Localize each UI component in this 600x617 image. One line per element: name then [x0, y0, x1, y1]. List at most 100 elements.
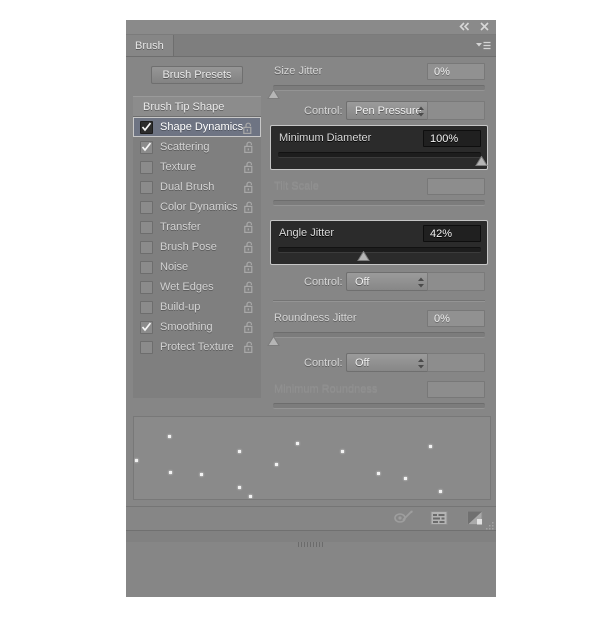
brush-panel: Brush Brush Presets Brush Tip Shape Shap… — [126, 20, 496, 597]
brush-option-checkbox[interactable] — [140, 320, 153, 334]
size-control-dropdown[interactable]: Pen Pressure — [346, 101, 432, 120]
roundness-control-slot — [427, 353, 485, 372]
brush-option-row[interactable]: Noise — [133, 257, 261, 277]
brush-options-list: Shape Dynamics Scattering Texture Dual Brus… — [133, 116, 261, 398]
unlocked-padlock-icon — [244, 181, 253, 194]
brush-option-row[interactable]: Wet Edges — [133, 277, 261, 297]
angle-jitter-slider[interactable] — [278, 245, 481, 261]
panel-menu-button[interactable] — [475, 39, 491, 51]
angle-control-caption: Control: — [304, 276, 343, 288]
brush-option-checkbox[interactable] — [140, 140, 153, 154]
brush-option-row[interactable]: Build-up — [133, 297, 261, 317]
lock-option-button[interactable] — [244, 161, 255, 174]
slider-thumb[interactable] — [475, 153, 488, 166]
brush-tip-shape-header[interactable]: Brush Tip Shape — [133, 96, 261, 116]
unlocked-padlock-icon — [243, 122, 252, 135]
size-control-slot — [427, 101, 485, 120]
tilt-scale-slider — [273, 198, 485, 214]
preview-dot — [275, 463, 278, 466]
lock-option-button[interactable] — [244, 181, 255, 194]
preview-dot — [135, 459, 138, 462]
slider-thumb[interactable] — [357, 248, 371, 261]
brush-option-label: Build-up — [160, 301, 201, 313]
angle-control-slot — [427, 272, 485, 291]
angle-control-dropdown[interactable]: Off — [346, 272, 432, 291]
lock-option-button[interactable] — [244, 241, 255, 254]
lock-option-button[interactable] — [244, 141, 255, 154]
brush-option-row[interactable]: Texture — [133, 157, 261, 177]
brush-option-row[interactable]: Protect Texture — [133, 337, 261, 357]
brush-option-checkbox[interactable] — [140, 200, 153, 214]
minimum-diameter-slider[interactable] — [278, 150, 488, 166]
tilt-scale-value — [427, 178, 485, 195]
brush-presets-button[interactable]: Brush Presets — [151, 66, 243, 84]
minimum-diameter-value[interactable]: 100% — [423, 130, 481, 147]
brush-option-row[interactable]: Transfer — [133, 217, 261, 237]
angle-jitter-label: Angle Jitter — [279, 227, 335, 239]
unlocked-padlock-icon — [244, 301, 253, 314]
roundness-control-caption: Control: — [304, 357, 343, 369]
lock-option-button[interactable] — [244, 281, 255, 294]
brush-option-row[interactable]: Smoothing — [133, 317, 261, 337]
brush-option-row[interactable]: Shape Dynamics — [133, 117, 261, 137]
lock-option-button[interactable] — [244, 201, 255, 214]
minimum-diameter-label: Minimum Diameter — [279, 132, 372, 144]
lock-option-button[interactable] — [244, 321, 255, 334]
close-panel-button[interactable] — [479, 21, 490, 32]
slider-track — [273, 200, 485, 206]
new-brush-icon[interactable] — [466, 510, 484, 527]
unlocked-padlock-icon — [244, 241, 253, 254]
unlocked-padlock-icon — [244, 341, 253, 354]
slider-track — [273, 403, 485, 409]
panel-body: Brush Presets Brush Tip Shape Shape Dyna… — [126, 57, 496, 506]
roundness-jitter-slider[interactable] — [267, 330, 485, 346]
brush-option-row[interactable]: Color Dynamics — [133, 197, 261, 217]
toggle-brush-settings-icon[interactable] — [394, 510, 413, 527]
collapse-to-icons-button[interactable] — [459, 21, 470, 32]
drag-grip-icon[interactable] — [298, 534, 324, 547]
lock-option-button[interactable] — [244, 221, 255, 234]
roundness-control-dropdown[interactable]: Off — [346, 353, 432, 372]
brush-option-row[interactable]: Scattering — [133, 137, 261, 157]
brush-option-label: Wet Edges — [160, 281, 214, 293]
preview-dot — [238, 486, 241, 489]
brush-option-checkbox[interactable] — [140, 180, 153, 194]
slider-thumb[interactable] — [267, 86, 280, 99]
slider-track — [278, 152, 481, 158]
size-jitter-row: Size Jitter 0% — [266, 61, 491, 83]
preview-dot — [249, 495, 252, 498]
minimum-diameter-row: Minimum Diameter 100% — [271, 128, 487, 150]
divider — [273, 300, 485, 302]
size-jitter-value[interactable]: 0% — [427, 63, 485, 80]
spinner-arrows-icon — [417, 106, 425, 120]
brush-option-checkbox[interactable] — [140, 120, 153, 134]
tab-brush[interactable]: Brush — [126, 35, 174, 56]
preview-dot — [341, 450, 344, 453]
resize-grip-icon[interactable] — [484, 518, 495, 530]
lock-option-button[interactable] — [244, 301, 255, 314]
brush-option-checkbox[interactable] — [140, 220, 153, 234]
slider-thumb[interactable] — [267, 333, 280, 346]
panel-tabstrip: Brush — [126, 35, 496, 57]
lock-option-button[interactable] — [244, 261, 255, 274]
brush-option-row[interactable]: Brush Pose — [133, 237, 261, 257]
new-brush-preset-icon[interactable] — [430, 510, 448, 527]
roundness-control-row: Control: Off — [266, 351, 491, 375]
brush-option-row[interactable]: Dual Brush — [133, 177, 261, 197]
brush-option-checkbox[interactable] — [140, 160, 153, 174]
footer-icons — [394, 510, 484, 527]
roundness-jitter-value[interactable]: 0% — [427, 310, 485, 327]
brush-option-checkbox[interactable] — [140, 240, 153, 254]
brush-option-checkbox[interactable] — [140, 260, 153, 274]
panel-titlebar — [126, 20, 496, 35]
brush-option-checkbox[interactable] — [140, 280, 153, 294]
brush-option-label: Transfer — [160, 221, 201, 233]
size-jitter-slider[interactable] — [267, 83, 485, 99]
lock-option-button[interactable] — [243, 122, 254, 135]
brush-option-checkbox[interactable] — [140, 340, 153, 354]
brush-option-checkbox[interactable] — [140, 300, 153, 314]
roundness-jitter-row: Roundness Jitter 0% — [266, 308, 491, 330]
angle-jitter-value[interactable]: 42% — [423, 225, 481, 242]
lock-option-button[interactable] — [244, 341, 255, 354]
preview-dot — [200, 473, 203, 476]
